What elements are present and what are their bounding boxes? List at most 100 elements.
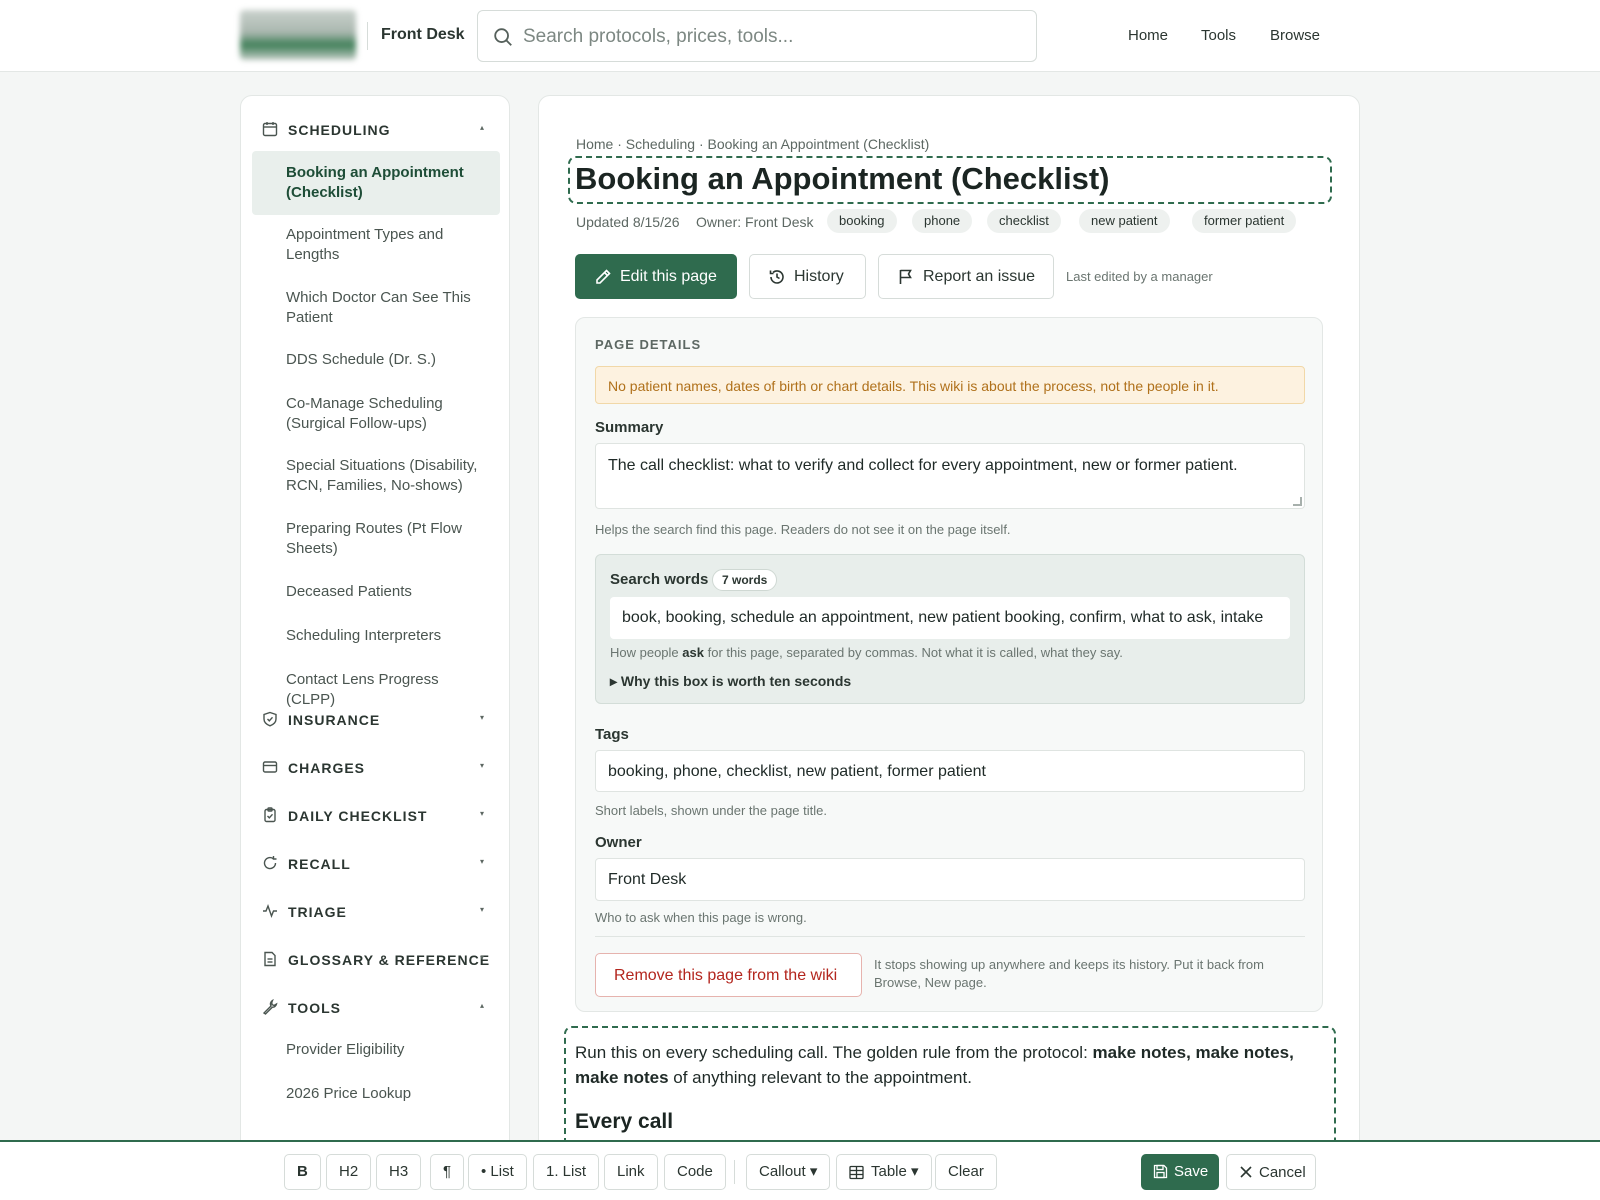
top-bar: Front Desk Search protocols, prices, too… — [0, 0, 1600, 72]
logo[interactable] — [240, 10, 356, 60]
tag-new-patient[interactable]: new patient — [1079, 209, 1170, 233]
bullet-list-button[interactable]: • List — [468, 1154, 527, 1190]
sidebar: SCHEDULING ▴ Booking an Appointment (Che… — [240, 95, 510, 1200]
sidebar-item-provider-eligibility[interactable]: Provider Eligibility — [286, 1040, 491, 1060]
section-daily-checklist[interactable]: DAILY CHECKLIST ▾ — [262, 805, 494, 827]
section-title: SCHEDULING — [288, 122, 391, 138]
owner-label: Owner — [595, 834, 642, 851]
paragraph-button[interactable]: ¶ — [430, 1154, 465, 1190]
section-title: TOOLS — [288, 1000, 341, 1016]
chevron-down-icon: ▾ — [479, 857, 484, 866]
sidebar-item-booking[interactable]: Booking an Appointment (Checklist) — [252, 151, 500, 215]
flag-icon — [899, 269, 912, 284]
sidebar-item-preparing-routes[interactable]: Preparing Routes (Pt Flow Sheets) — [286, 519, 491, 559]
numbered-list-button[interactable]: 1. List — [533, 1154, 600, 1190]
help-text: for this page, separated by commas. Not … — [707, 645, 1123, 660]
remove-page-button[interactable]: Remove this page from the wiki — [595, 953, 862, 997]
sidebar-item-price-lookup[interactable]: 2026 Price Lookup — [286, 1084, 491, 1104]
activity-icon — [263, 904, 277, 918]
nav-browse[interactable]: Browse — [1270, 27, 1320, 44]
section-title: DAILY CHECKLIST — [288, 808, 428, 824]
tags-value: booking, phone, checklist, new patient, … — [608, 763, 986, 780]
sidebar-item-which-doctor[interactable]: Which Doctor Can See This Patient — [286, 288, 491, 328]
search-words-help: How people ask for this page, separated … — [610, 645, 1123, 660]
owner-input[interactable]: Front Desk — [595, 858, 1305, 901]
details-label: PAGE DETAILS — [595, 337, 702, 352]
code-button[interactable]: Code — [664, 1154, 726, 1190]
chevron-down-icon: ▾ — [479, 905, 484, 914]
why-disclosure[interactable]: ▸ Why this box is worth ten seconds — [610, 673, 851, 690]
section-heading[interactable]: Every call — [575, 1110, 673, 1134]
h2-button[interactable]: H2 — [326, 1154, 372, 1190]
button-label: Remove this page from the wiki — [614, 967, 838, 984]
button-label: History — [794, 268, 844, 285]
section-glossary[interactable]: GLOSSARY & REFERENCE ▾ — [262, 949, 494, 971]
divider — [595, 936, 1305, 937]
breadcrumb[interactable]: Home · Scheduling · Booking an Appointme… — [576, 136, 929, 152]
sidebar-item-special-situations[interactable]: Special Situations (Disability, RCN, Fam… — [286, 456, 501, 496]
divider — [367, 22, 368, 50]
sidebar-item-co-manage[interactable]: Co-Manage Scheduling (Surgical Follow-up… — [286, 394, 491, 434]
body-text: Run this on every scheduling call. The g… — [575, 1043, 1088, 1062]
callout-dropdown[interactable]: Callout ▾ — [746, 1154, 831, 1190]
owner-meta: Owner: Front Desk — [696, 214, 814, 230]
body-intro[interactable]: Run this on every scheduling call. The g… — [575, 1040, 1315, 1090]
divider — [734, 1160, 735, 1184]
updated-date: Updated 8/15/26 — [576, 214, 680, 230]
table-dropdown[interactable]: Table ▾ — [836, 1154, 932, 1190]
bold-button[interactable]: B — [284, 1154, 321, 1190]
section-tools[interactable]: TOOLS ▴ — [262, 997, 494, 1019]
tag-phone[interactable]: phone — [912, 209, 973, 233]
search-words-input[interactable]: book, booking, schedule an appointment, … — [610, 597, 1290, 639]
save-button[interactable]: Save — [1141, 1154, 1219, 1190]
document-icon — [264, 951, 276, 967]
search-placeholder: Search protocols, prices, tools... — [523, 26, 794, 47]
refresh-icon — [263, 856, 277, 870]
shield-icon — [263, 711, 277, 727]
search-input[interactable]: Search protocols, prices, tools... — [477, 10, 1037, 62]
edit-page-button[interactable]: Edit this page — [575, 254, 737, 299]
last-edited-note: Last edited by a manager — [1066, 269, 1213, 284]
owner-help: Who to ask when this page is wrong. — [595, 910, 807, 925]
link-button[interactable]: Link — [604, 1154, 658, 1190]
section-insurance[interactable]: INSURANCE ▾ — [262, 709, 494, 731]
search-words-value: book, booking, schedule an appointment, … — [622, 609, 1264, 626]
chevron-down-icon: ▾ — [479, 809, 484, 818]
main-card: Home · Scheduling · Booking an Appointme… — [538, 95, 1360, 1200]
section-recall[interactable]: RECALL ▾ — [262, 853, 494, 875]
section-title: GLOSSARY & REFERENCE — [288, 952, 491, 968]
h3-button[interactable]: H3 — [376, 1154, 422, 1190]
section-scheduling[interactable]: SCHEDULING ▴ — [262, 119, 494, 141]
nav-tools[interactable]: Tools — [1201, 27, 1236, 44]
history-button[interactable]: History — [749, 254, 866, 299]
help-emphasis: ask — [682, 645, 704, 660]
sidebar-item-appointment-types[interactable]: Appointment Types and Lengths — [286, 225, 491, 265]
credit-card-icon — [262, 761, 278, 773]
word-count-badge: 7 words — [712, 569, 778, 591]
sidebar-item-deceased[interactable]: Deceased Patients — [286, 582, 491, 602]
remove-help: It stops showing up anywhere and keeps i… — [874, 957, 1264, 990]
section-title: CHARGES — [288, 760, 366, 776]
page-title[interactable]: Booking an Appointment (Checklist) — [575, 161, 1109, 197]
section-triage[interactable]: TRIAGE ▾ — [262, 901, 494, 923]
sidebar-item-clpp[interactable]: Contact Lens Progress (CLPP) — [286, 670, 491, 710]
pencil-icon — [596, 269, 611, 284]
resize-handle-icon[interactable] — [1293, 497, 1302, 506]
tag-checklist[interactable]: checklist — [987, 209, 1061, 233]
tag-booking[interactable]: booking — [827, 209, 897, 233]
sidebar-item-dds-schedule[interactable]: DDS Schedule (Dr. S.) — [286, 350, 491, 370]
nav-home[interactable]: Home — [1128, 27, 1168, 44]
tags-input[interactable]: booking, phone, checklist, new patient, … — [595, 750, 1305, 792]
clear-button[interactable]: Clear — [935, 1154, 997, 1190]
chevron-down-icon: ▾ — [479, 761, 484, 770]
clipboard-check-icon — [264, 807, 276, 823]
report-issue-button[interactable]: Report an issue — [878, 254, 1054, 299]
body-text: of anything relevant to the appointment. — [673, 1068, 972, 1087]
chevron-up-icon: ▴ — [479, 1001, 484, 1010]
summary-textarea[interactable]: The call checklist: what to verify and c… — [595, 443, 1305, 509]
tag-former-patient[interactable]: former patient — [1192, 209, 1297, 233]
warning-text: No patient names, dates of birth or char… — [608, 378, 1219, 394]
sidebar-item-interpreters[interactable]: Scheduling Interpreters — [286, 626, 491, 646]
cancel-button[interactable]: Cancel — [1226, 1154, 1316, 1190]
section-charges[interactable]: CHARGES ▾ — [262, 757, 494, 779]
